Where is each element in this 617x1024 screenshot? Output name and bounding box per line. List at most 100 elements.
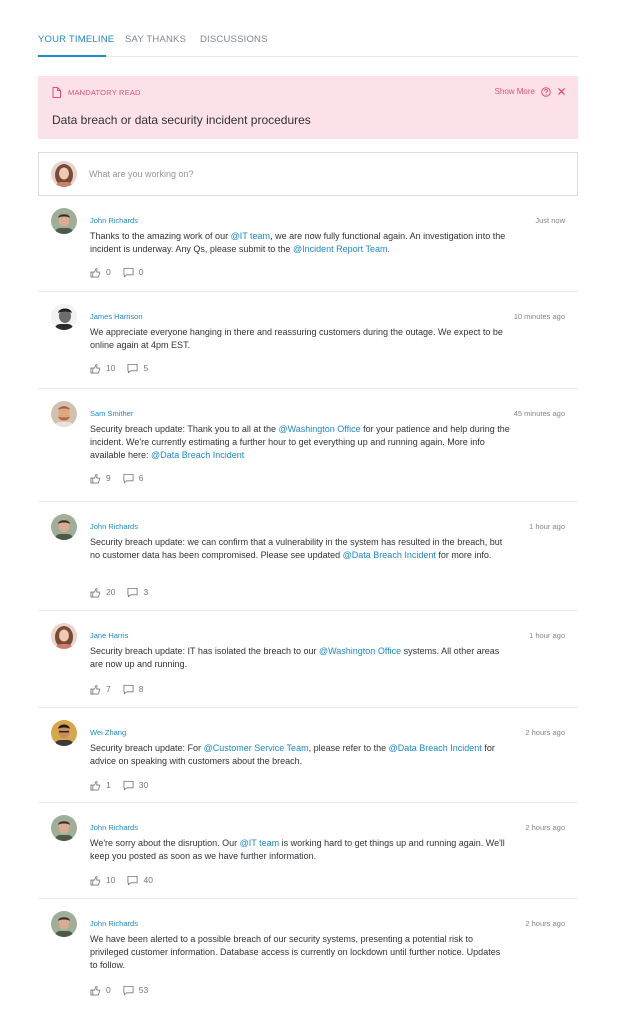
comment-button[interactable]: 3 xyxy=(127,587,148,598)
comment-count: 53 xyxy=(138,985,149,995)
post-author[interactable]: John Richards xyxy=(90,522,138,531)
list-item: John Richards 2 hours ago We have been a… xyxy=(38,899,578,1011)
thumbs-up-icon xyxy=(90,985,106,996)
post-author[interactable]: James Harrison xyxy=(90,312,143,321)
comment-button[interactable]: 8 xyxy=(123,684,144,695)
like-button[interactable]: 10 xyxy=(90,875,115,886)
mention-link[interactable]: @Washington Office xyxy=(319,646,401,656)
list-item: Wei Zhang 2 hours ago Security breach up… xyxy=(38,708,578,803)
post-time: 1 hour ago xyxy=(529,631,565,640)
like-button[interactable]: 9 xyxy=(90,473,111,484)
post-body: We appreciate everyone hanging in there … xyxy=(90,326,510,352)
close-icon[interactable] xyxy=(557,87,566,96)
avatar[interactable] xyxy=(51,911,77,937)
tab-discussions[interactable]: DISCUSSIONS xyxy=(200,34,268,45)
post-body: Security breach update: IT has isolated … xyxy=(90,645,510,671)
mention-link[interactable]: @IT team xyxy=(240,838,279,848)
comment-button[interactable]: 0 xyxy=(123,267,143,278)
post-text: We have been alerted to a possible breac… xyxy=(90,934,501,970)
composer-input[interactable] xyxy=(89,165,529,183)
post-author[interactable]: John Richards xyxy=(90,216,138,225)
list-item: Sam Smither 45 minutes ago Security brea… xyxy=(38,389,578,502)
avatar[interactable] xyxy=(51,815,77,841)
like-button[interactable]: 0 xyxy=(90,985,111,996)
banner-title[interactable]: Data breach or data security incident pr… xyxy=(52,113,311,127)
comment-button[interactable]: 30 xyxy=(123,780,148,791)
post-body: Security breach update: we can confirm t… xyxy=(90,536,510,562)
thumbs-up-icon xyxy=(90,267,106,278)
comment-button[interactable]: 6 xyxy=(123,473,143,484)
post-author[interactable]: Jane Harris xyxy=(90,631,128,640)
mention-link[interactable]: @Customer Service Team xyxy=(204,743,309,753)
post-author[interactable]: Wei Zhang xyxy=(90,728,126,737)
comment-count: 5 xyxy=(143,363,149,373)
comment-button[interactable]: 40 xyxy=(127,875,153,886)
post-actions: 7 8 xyxy=(90,683,155,695)
post-text: . xyxy=(387,244,390,254)
mention-link[interactable]: @IT team xyxy=(231,231,270,241)
comment-count: 3 xyxy=(143,587,149,597)
post-actions: 20 3 xyxy=(90,586,160,598)
post-author[interactable]: John Richards xyxy=(90,823,138,832)
post-body: Security breach update: For @Customer Se… xyxy=(90,742,510,768)
like-button[interactable]: 7 xyxy=(90,684,111,695)
post-text: Security breach update: For xyxy=(90,743,204,753)
avatar[interactable] xyxy=(51,304,77,330)
like-button[interactable]: 1 xyxy=(90,780,111,791)
thumbs-up-icon xyxy=(90,587,106,598)
help-icon[interactable] xyxy=(541,87,551,97)
mention-link[interactable]: @Data Breach Incident xyxy=(389,743,482,753)
comment-icon xyxy=(123,985,139,996)
post-text: We appreciate everyone hanging in there … xyxy=(90,327,503,350)
post-time: 10 minutes ago xyxy=(513,312,565,321)
post-text: Thanks to the amazing work of our xyxy=(90,231,231,241)
post-time: 2 hours ago xyxy=(525,728,565,737)
comment-icon xyxy=(127,587,143,598)
mention-link[interactable]: @Data Breach Incident xyxy=(343,550,436,560)
like-count: 10 xyxy=(106,875,116,885)
avatar[interactable] xyxy=(51,720,77,746)
mention-link[interactable]: @Incident Report Team xyxy=(293,244,388,254)
comment-count: 8 xyxy=(138,684,144,694)
like-button[interactable]: 20 xyxy=(90,587,115,598)
like-count: 10 xyxy=(106,363,116,373)
avatar[interactable] xyxy=(51,401,77,427)
timeline-tabs: YOUR TIMELINE SAY THANKS DISCUSSIONS xyxy=(38,0,578,57)
post-actions: 10 40 xyxy=(90,874,165,886)
like-count: 7 xyxy=(106,684,111,694)
mandatory-read-label: MANDATORY READ xyxy=(68,88,141,97)
list-item: Jane Harris 1 hour ago Security breach u… xyxy=(38,611,578,708)
avatar[interactable] xyxy=(51,623,77,649)
post-actions: 0 53 xyxy=(90,984,160,996)
thumbs-up-icon xyxy=(90,875,106,886)
mandatory-read-banner: MANDATORY READ Show More Data breach or … xyxy=(38,76,578,139)
post-author[interactable]: Sam Smither xyxy=(90,409,133,418)
mention-link[interactable]: @Data Breach Incident xyxy=(151,450,244,460)
comment-icon xyxy=(123,267,139,278)
post-author[interactable]: John Richards xyxy=(90,919,138,928)
thumbs-up-icon xyxy=(90,780,106,791)
tab-say-thanks[interactable]: SAY THANKS xyxy=(125,34,186,45)
active-tab-indicator xyxy=(38,55,106,57)
comment-icon xyxy=(127,363,143,374)
post-text: , please refer to the xyxy=(308,743,389,753)
comment-button[interactable]: 5 xyxy=(127,363,148,374)
post-actions: 1 30 xyxy=(90,779,160,791)
like-count: 0 xyxy=(106,985,111,995)
post-text: for more info. xyxy=(435,550,492,560)
like-button[interactable]: 10 xyxy=(90,363,115,374)
post-text: Security breach update: Thank you to all… xyxy=(90,424,279,434)
comment-icon xyxy=(127,875,143,886)
list-item: James Harrison 10 minutes ago We appreci… xyxy=(38,292,578,389)
avatar[interactable] xyxy=(51,514,77,540)
tab-your-timeline[interactable]: YOUR TIMELINE xyxy=(38,34,114,45)
show-more-link[interactable]: Show More xyxy=(495,87,535,96)
avatar[interactable] xyxy=(51,208,77,234)
post-body: We have been alerted to a possible breac… xyxy=(90,933,510,972)
comment-button[interactable]: 53 xyxy=(123,985,148,996)
list-item: John Richards Just now Thanks to the ama… xyxy=(38,196,578,292)
like-button[interactable]: 0 xyxy=(90,267,111,278)
post-composer xyxy=(38,152,578,196)
mention-link[interactable]: @Washington Office xyxy=(278,424,360,434)
list-item: John Richards 2 hours ago We're sorry ab… xyxy=(38,803,578,899)
